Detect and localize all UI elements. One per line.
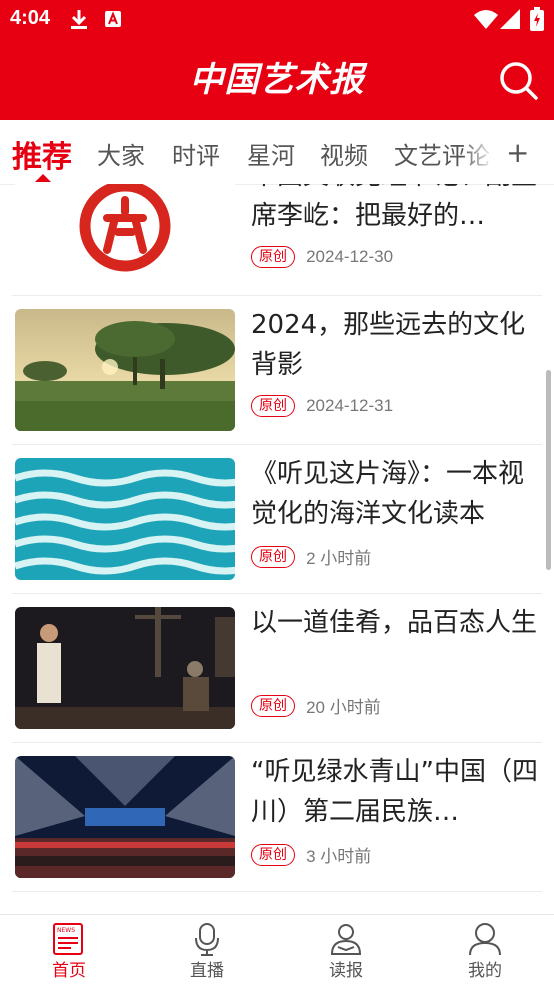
category-tabs: 推荐 大家 时评 星河 视频 文艺评论 +	[0, 120, 554, 185]
nav-mine-label: 我的	[468, 961, 502, 981]
news-icon: NEWS	[53, 923, 83, 955]
article-date: 2024-12-31	[306, 396, 394, 415]
original-badge: 原创	[251, 694, 295, 717]
original-badge: 原创	[251, 843, 295, 866]
user-icon	[469, 923, 501, 956]
article-card[interactable]: “听见绿水青山”中国（四川）第二届民族… 原创 3 小时前	[12, 742, 542, 892]
article-title: 中国文联党组书记、副主席李屹：把最好的…	[251, 184, 537, 231]
search-icon[interactable]	[496, 58, 540, 102]
app-notification-icon	[105, 11, 121, 27]
article-date: 3 小时前	[306, 847, 372, 866]
tab-masters[interactable]: 大家	[97, 136, 145, 171]
article-date: 2 小时前	[306, 549, 372, 568]
concert-stage-photo	[15, 756, 235, 878]
article-meta: 原创 20 小时前	[251, 693, 381, 717]
wifi-icon	[474, 10, 498, 29]
article-thumbnail	[15, 309, 235, 431]
nav-home-label: 首页	[52, 961, 86, 981]
status-bar: 4:04	[0, 0, 554, 38]
nav-read-label: 读报	[329, 961, 363, 981]
article-title: “听见绿水青山”中国（四川）第二届民族…	[251, 757, 538, 827]
svg-text:NEWS: NEWS	[57, 927, 75, 934]
article-feed[interactable]: 中国文联党组书记、副主席李屹：把最好的… 原创 2024-12-30 2024，…	[0, 184, 554, 914]
original-badge: 原创	[251, 545, 295, 568]
microphone-icon	[195, 923, 219, 956]
article-title: 以一道佳肴，品百态人生	[251, 608, 538, 638]
nav-live-label: 直播	[190, 961, 224, 981]
article-card[interactable]: 2024，那些远去的文化背影 原创 2024-12-31	[12, 295, 542, 445]
signal-icon	[500, 9, 520, 29]
tab-video[interactable]: 视频	[320, 136, 368, 171]
tab-fade	[462, 120, 502, 184]
article-card[interactable]: 中国文联党组书记、副主席李屹：把最好的… 原创 2024-12-30	[12, 184, 542, 296]
status-time: 4:04	[10, 7, 51, 29]
article-card[interactable]: 以一道佳肴，品百态人生 原创 20 小时前	[12, 593, 542, 743]
article-meta: 原创 2 小时前	[251, 544, 371, 568]
reader-icon	[330, 924, 362, 955]
article-card[interactable]: 《听见这片海》：一本视觉化的海洋文化读本 原创 2 小时前	[12, 444, 542, 594]
article-date: 20 小时前	[306, 698, 381, 717]
article-thumbnail	[15, 756, 235, 878]
feed-scrollbar[interactable]	[546, 370, 551, 570]
original-badge: 原创	[251, 246, 295, 268]
nav-mine[interactable]: 我的	[416, 915, 554, 985]
download-icon	[71, 10, 87, 29]
article-meta: 原创 2024-12-31	[251, 395, 393, 419]
article-meta: 原创 2024-12-30	[251, 246, 393, 270]
active-tab-indicator	[35, 174, 51, 182]
add-tab-button[interactable]: +	[506, 136, 529, 169]
sea-book-cover	[15, 458, 235, 580]
nav-home[interactable]: NEWS 首页	[0, 915, 138, 985]
nav-read[interactable]: 读报	[277, 915, 415, 985]
tab-galaxy[interactable]: 星河	[247, 136, 295, 171]
bottom-nav: NEWS 首页 直播 读报 我的	[0, 914, 554, 985]
tab-commentary[interactable]: 时评	[172, 136, 220, 171]
stage-performance-photo	[15, 607, 235, 729]
article-thumbnail	[15, 458, 235, 580]
nav-live[interactable]: 直播	[138, 915, 276, 985]
article-date: 2024-12-30	[306, 247, 394, 266]
article-thumbnail	[15, 607, 235, 729]
original-badge: 原创	[251, 395, 295, 417]
tab-recommended[interactable]: 推荐	[12, 132, 72, 176]
cflac-logo-icon	[79, 184, 171, 272]
article-title: 《听见这片海》：一本视觉化的海洋文化读本	[251, 459, 525, 529]
article-thumbnail	[15, 184, 235, 282]
article-meta: 原创 3 小时前	[251, 842, 371, 866]
app-logo: 中国艺术报	[189, 60, 365, 100]
landscape-photo	[15, 309, 235, 431]
app-bar: 中国艺术报	[0, 38, 554, 120]
article-title: 2024，那些远去的文化背影	[251, 310, 526, 380]
battery-icon	[530, 7, 544, 31]
